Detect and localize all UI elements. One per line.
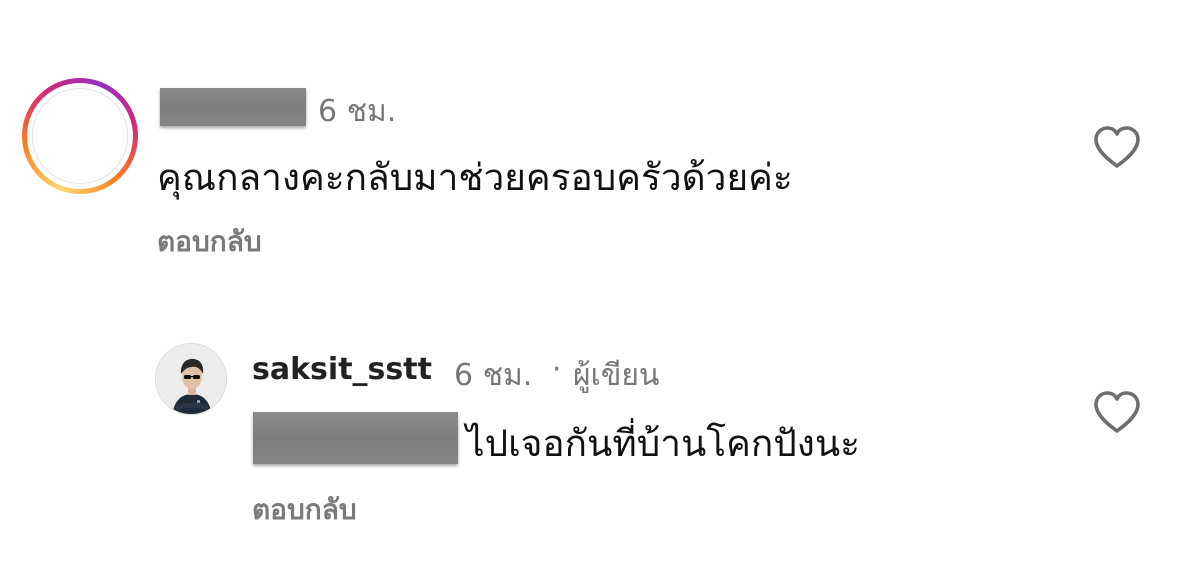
avatar[interactable]	[155, 343, 227, 415]
redacted-mention	[253, 412, 458, 464]
reply-button[interactable]: ตอบกลับ	[252, 488, 357, 532]
heart-outline-icon[interactable]	[1092, 389, 1142, 435]
comment-time: 6 ชม.	[454, 358, 533, 393]
comment-time: 6 ชม.	[318, 94, 397, 129]
redacted-username	[160, 88, 306, 126]
heart-outline-icon[interactable]	[1092, 124, 1142, 170]
comment-username[interactable]: saksit_sstt	[252, 352, 432, 387]
comment-text: คุณกลางคะกลับมาช่วยครอบครัวด้วยค่ะ	[157, 156, 793, 199]
avatar-illustration	[156, 344, 226, 414]
comment-text: ไปเจอกันที่บ้านโคกปังนะ	[466, 422, 861, 465]
meta-separator: ·	[552, 352, 562, 387]
author-badge: ผู้เขียน	[573, 358, 660, 393]
avatar-ring-gap	[27, 83, 133, 189]
avatar	[32, 88, 128, 184]
avatar-with-story-ring[interactable]	[22, 78, 138, 194]
reply-button[interactable]: ตอบกลับ	[157, 220, 262, 264]
